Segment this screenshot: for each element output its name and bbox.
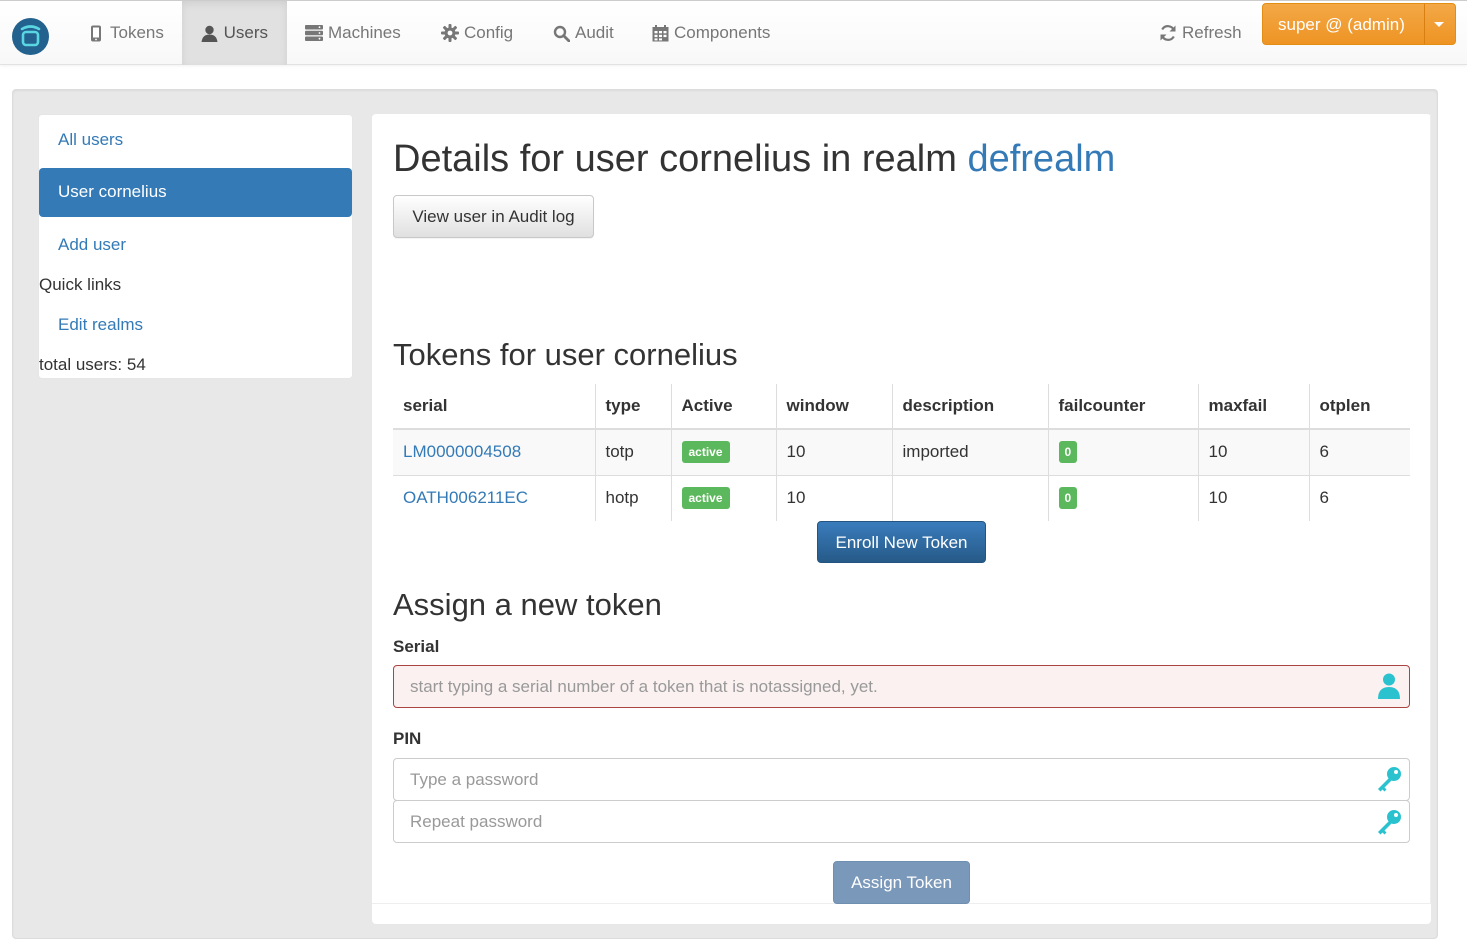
- nav-tokens[interactable]: Tokens: [68, 1, 183, 65]
- user-menu-divider: [1424, 4, 1425, 44]
- serial-label: Serial: [393, 637, 440, 656]
- user-icon: [1376, 672, 1402, 700]
- pin-repeat-input[interactable]: [393, 800, 1410, 843]
- cell-window: 10: [775, 428, 892, 475]
- cell-failcounter: 0: [1047, 474, 1198, 521]
- nav-components[interactable]: Components: [632, 1, 789, 65]
- assign-token-button[interactable]: Assign Token: [833, 861, 970, 904]
- table-header-row: serial type Active window description fa…: [393, 384, 1410, 430]
- server-icon: [305, 24, 323, 42]
- col-serial[interactable]: serial: [393, 384, 595, 430]
- sidebar-item-all-users[interactable]: All users: [58, 130, 123, 150]
- token-serial-link[interactable]: LM0000004508: [403, 442, 521, 461]
- refresh-icon: [1159, 24, 1177, 42]
- active-badge[interactable]: active: [681, 441, 730, 464]
- enroll-new-token-button[interactable]: Enroll New Token: [817, 521, 986, 563]
- key-icon: [1375, 808, 1401, 836]
- refresh-button[interactable]: Refresh: [1140, 1, 1261, 65]
- active-badge[interactable]: active: [681, 487, 730, 510]
- calendar-icon: [651, 24, 669, 42]
- cell-otplen: 6: [1308, 474, 1410, 521]
- search-icon: [552, 24, 570, 42]
- cell-otplen: 6: [1308, 428, 1410, 475]
- nav-tokens-label: Tokens: [110, 23, 164, 42]
- privacyidea-logo-icon[interactable]: [12, 18, 49, 55]
- nav-users-label: Users: [223, 23, 268, 42]
- nav-config-label: Config: [464, 23, 514, 42]
- sidebar: All users User cornelius Add user Quick …: [38, 114, 353, 379]
- nav-machines[interactable]: Machines: [286, 1, 420, 65]
- nav-users[interactable]: Users: [182, 1, 287, 65]
- realm-link[interactable]: defrealm: [967, 138, 1115, 180]
- serial-input[interactable]: [393, 665, 1410, 708]
- view-audit-log-button[interactable]: View user in Audit log: [393, 195, 594, 238]
- key-icon: [1375, 765, 1401, 793]
- cell-active: active: [670, 428, 776, 475]
- top-navbar: Tokens Users Machines Config Audit Compo…: [0, 0, 1467, 65]
- col-active[interactable]: Active: [670, 384, 776, 430]
- page-title-text: Details for user cornelius in realm: [393, 138, 957, 180]
- sidebar-item-edit-realms[interactable]: Edit realms: [58, 315, 143, 335]
- user-menu-label: super @ (admin): [1278, 15, 1405, 34]
- nav-config[interactable]: Config: [422, 1, 532, 65]
- col-type[interactable]: type: [594, 384, 671, 430]
- nav-machines-label: Machines: [328, 23, 401, 42]
- page-title: Details for user cornelius in realm defr…: [393, 138, 1115, 181]
- nav-audit[interactable]: Audit: [533, 1, 633, 65]
- cell-description: imported: [891, 428, 1048, 475]
- assign-token-heading: Assign a new token: [393, 587, 662, 622]
- phone-icon: [87, 24, 105, 42]
- main-content: Details for user cornelius in realm defr…: [372, 114, 1431, 924]
- cell-maxfail: 10: [1197, 428, 1309, 475]
- table-row: OATH006211EC hotp active 10 0 10 6: [393, 474, 1410, 521]
- total-users-count: total users: 54: [39, 355, 146, 374]
- table-row: LM0000004508 totp active 10 imported 0 1…: [393, 428, 1410, 475]
- col-otplen[interactable]: otplen: [1308, 384, 1410, 430]
- failcounter-badge[interactable]: 0: [1058, 441, 1078, 464]
- nav-components-label: Components: [674, 23, 771, 42]
- tokens-table: serial type Active window description fa…: [393, 384, 1410, 521]
- sidebar-item-user-cornelius[interactable]: User cornelius: [39, 168, 352, 217]
- user-menu-button[interactable]: super @ (admin): [1262, 3, 1456, 45]
- user-icon: [201, 24, 219, 42]
- gear-icon: [441, 24, 459, 42]
- nav-audit-label: Audit: [575, 23, 614, 42]
- cell-maxfail: 10: [1197, 474, 1309, 521]
- col-maxfail[interactable]: maxfail: [1197, 384, 1309, 430]
- caret-down-icon[interactable]: [1434, 22, 1444, 27]
- content-panel: Details for user cornelius in realm defr…: [372, 114, 1431, 904]
- refresh-label: Refresh: [1182, 23, 1242, 42]
- cell-serial: OATH006211EC: [393, 474, 595, 521]
- quick-links-heading: Quick links: [39, 275, 122, 294]
- pin-input[interactable]: [393, 758, 1410, 801]
- col-failcounter[interactable]: failcounter: [1047, 384, 1198, 430]
- cell-active: active: [670, 474, 776, 521]
- failcounter-badge[interactable]: 0: [1058, 487, 1078, 510]
- pin-label: PIN: [393, 729, 422, 748]
- token-serial-link[interactable]: OATH006211EC: [403, 488, 528, 507]
- col-description[interactable]: description: [891, 384, 1048, 430]
- cell-serial: LM0000004508: [393, 428, 595, 475]
- tokens-heading: Tokens for user cornelius: [393, 337, 738, 372]
- cell-type: totp: [594, 428, 671, 475]
- cell-failcounter: 0: [1047, 428, 1198, 475]
- col-window[interactable]: window: [775, 384, 892, 430]
- cell-type: hotp: [594, 474, 671, 521]
- sidebar-item-add-user[interactable]: Add user: [58, 235, 126, 255]
- cell-window: 10: [775, 474, 892, 521]
- cell-description: [891, 474, 1048, 521]
